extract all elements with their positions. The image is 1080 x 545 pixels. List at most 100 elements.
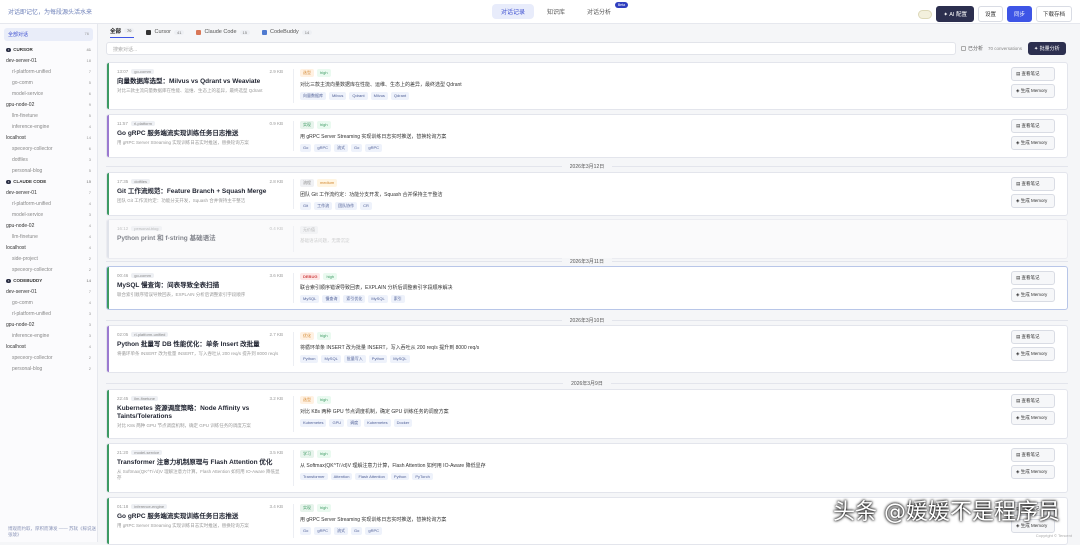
sidebar-project[interactable]: personal-blog5	[0, 165, 97, 176]
sidebar-project-name: rl-platform-unified	[12, 201, 51, 207]
download-archive-button[interactable]: 下载存档	[1036, 6, 1072, 22]
filter-tab[interactable]: CodeBuddy14	[262, 29, 312, 35]
sidebar-project[interactable]: model-service6	[0, 88, 97, 99]
sidebar-project[interactable]: rl-platform-unified3	[0, 308, 97, 319]
keyword-tag: 慢查询	[322, 295, 340, 303]
view-note-button[interactable]: ▤ 查看笔记	[1011, 119, 1055, 133]
generate-memory-button[interactable]: ◈ 生成 Memory	[1011, 411, 1055, 425]
analyzed-checkbox[interactable]: 已分析	[961, 45, 983, 52]
keyword-tag: Kubernetes	[364, 419, 390, 427]
card-info: 21:20model-service3.5 KBTransformer 注意力机…	[117, 450, 283, 481]
sidebar-all-count: 76	[85, 31, 89, 38]
card-title[interactable]: 向量数据库选型：Milvus vs Qdrant vs Weaviate	[117, 78, 283, 86]
view-note-button[interactable]: ▤ 查看笔记	[1011, 271, 1055, 285]
card-title[interactable]: Git 工作流规范：Feature Branch + Squash Merge	[117, 188, 283, 196]
view-note-button[interactable]: ▤ 查看笔记	[1011, 394, 1055, 408]
sidebar-host[interactable]: gpu-node-024	[0, 220, 97, 231]
sidebar-project[interactable]: personal-blog2	[0, 363, 97, 374]
sidebar-project[interactable]: side-project2	[0, 253, 97, 264]
keyword-list: GogRPC流式GogRPC	[300, 527, 793, 535]
sidebar-section[interactable]: ▪CURSOR41	[0, 44, 97, 55]
date-separator: 2026年3月9日	[106, 379, 1068, 387]
sidebar-project-count: 5	[89, 80, 91, 85]
sidebar-project[interactable]: speceory-collector6	[0, 143, 97, 154]
ai-config-button[interactable]: ✦ AI 配置	[936, 6, 974, 22]
sidebar-host[interactable]: gpu-node-029	[0, 99, 97, 110]
keyword-tag: MySQL	[321, 355, 340, 363]
generate-memory-button[interactable]: ◈ 生成 Memory	[1011, 84, 1055, 98]
conversation-card[interactable]: 02:05rl-platform-unified2.7 KBPython 批量写…	[106, 325, 1068, 373]
tab-knowledge[interactable]: 知识库	[538, 4, 574, 19]
sidebar-host[interactable]: gpu-node-023	[0, 319, 97, 330]
theme-toggle[interactable]	[918, 10, 932, 19]
sidebar-host[interactable]: dev-server-017	[0, 187, 97, 198]
filter-tab[interactable]: Claude Code15	[196, 29, 250, 35]
generate-memory-button[interactable]: ◈ 生成 Memory	[1011, 194, 1055, 208]
sidebar-project[interactable]: speceory-collector2	[0, 264, 97, 275]
conversation-card[interactable]: 13:07go-comm2.9 KB向量数据库选型：Milvus vs Qdra…	[106, 62, 1068, 110]
view-note-button[interactable]: ▤ 查看笔记	[1011, 448, 1055, 462]
sidebar-section[interactable]: ▪CLAUDE CODE15	[0, 176, 97, 187]
sidebar-project[interactable]: model-service3	[0, 209, 97, 220]
tab-conversations[interactable]: 对话记录	[492, 4, 534, 19]
generate-memory-button[interactable]: ◈ 生成 Memory	[1011, 136, 1055, 150]
card-info: 02:05rl-platform-unified2.7 KBPython 批量写…	[117, 332, 283, 357]
generate-memory-button[interactable]: ◈ 生成 Memory	[1011, 465, 1055, 479]
tab-analysis[interactable]: 对话分析Beta	[578, 4, 620, 19]
sidebar-host[interactable]: localhost4	[0, 242, 97, 253]
sidebar-project[interactable]: rl-platform-unified4	[0, 198, 97, 209]
sidebar-host-count: 7	[89, 289, 91, 294]
sync-button[interactable]: 同步	[1007, 6, 1032, 22]
keyword-tag: Python	[300, 355, 318, 363]
generate-memory-button[interactable]: ◈ 生成 Memory	[1011, 288, 1055, 302]
conversation-card[interactable]: 11:57rl-platform0.9 KBGo gRPC 服务端流实现训练任务…	[106, 114, 1068, 158]
sidebar-project[interactable]: llm-finetune4	[0, 231, 97, 242]
view-note-button[interactable]: ▤ 查看笔记	[1011, 67, 1055, 81]
conversation-card[interactable]: 22:45llm-finetune3.2 KBKubernetes 资源调度策略…	[106, 389, 1068, 439]
keyword-tag: Docker	[394, 419, 413, 427]
card-title[interactable]: Python 批量写 DB 性能优化：单条 Insert 改批量	[117, 341, 283, 349]
sidebar-project[interactable]: dotfiles3	[0, 154, 97, 165]
sidebar-project[interactable]: go-comm5	[0, 77, 97, 88]
keyword-tag: 流式	[334, 144, 348, 152]
filter-tab[interactable]: Cursor41	[146, 29, 184, 35]
card-accent-bar	[107, 390, 109, 438]
card-title[interactable]: Transformer 注意力机制原理与 Flash Attention 优化	[117, 459, 283, 467]
conversation-card[interactable]: 16:12personal-blog0.4 KBPython print 和 f…	[106, 219, 1068, 259]
filter-tab[interactable]: 全部70	[110, 27, 134, 38]
sidebar-project[interactable]: speceory-collector2	[0, 352, 97, 363]
conversation-card[interactable]: 00:46go-comm3.6 KBMySQL 慢查询：间表导致全表扫描联合索引…	[106, 266, 1068, 310]
card-title[interactable]: Go gRPC 服务端流实现训练任务日志推送	[117, 513, 283, 521]
keyword-tag: PyTorch	[412, 473, 432, 480]
conversation-card[interactable]: 17:35dotfiles2.8 KBGit 工作流规范：Feature Bra…	[106, 172, 1068, 216]
card-title[interactable]: MySQL 慢查询：间表导致全表扫描	[117, 282, 283, 290]
sidebar-host-count: 14	[87, 135, 91, 140]
bulk-analyze-button[interactable]: ✦ 批量分析	[1028, 42, 1066, 55]
card-title[interactable]: Go gRPC 服务端流实现训练任务日志推送	[117, 130, 283, 138]
sidebar-all-conversations[interactable]: 全部对话76	[4, 28, 93, 41]
sidebar-project[interactable]: inference-engine4	[0, 121, 97, 132]
date-separator: 2026年3月11日	[106, 257, 1068, 265]
sidebar-section[interactable]: ▪CODEBUDDY14	[0, 275, 97, 286]
sidebar-host[interactable]: dev-server-017	[0, 286, 97, 297]
card-badges: 流程medium	[300, 179, 793, 187]
conversation-card[interactable]: 21:20model-service3.5 KBTransformer 注意力机…	[106, 443, 1068, 493]
generate-memory-button[interactable]: ◈ 生成 Memory	[1011, 347, 1055, 361]
view-note-button[interactable]: ▤ 查看笔记	[1011, 330, 1055, 344]
view-note-button[interactable]: ▤ 查看笔记	[1011, 177, 1055, 191]
sidebar-host[interactable]: dev-server-0118	[0, 55, 97, 66]
sidebar-host[interactable]: localhost14	[0, 132, 97, 143]
card-title[interactable]: Python print 和 f-string 基础语法	[117, 235, 283, 243]
sidebar-project[interactable]: rl-platform-unified7	[0, 66, 97, 77]
sidebar-host-count: 4	[89, 344, 91, 349]
sidebar-host[interactable]: localhost4	[0, 341, 97, 352]
sidebar-project[interactable]: inference-engine3	[0, 330, 97, 341]
sidebar-project[interactable]: llm-finetune5	[0, 110, 97, 121]
settings-button[interactable]: 设置	[978, 6, 1003, 22]
search-input[interactable]: 搜索对话...	[106, 42, 956, 55]
sidebar-project-name: rl-platform-unified	[12, 311, 51, 317]
card-title[interactable]: Kubernetes 资源调度策略：Node Affinity vs Taint…	[117, 405, 283, 421]
sidebar-project-count: 5	[89, 113, 91, 118]
sidebar-project[interactable]: go-comm4	[0, 297, 97, 308]
keyword-list: MySQL慢查询索引优化MySQL索引	[300, 295, 793, 303]
